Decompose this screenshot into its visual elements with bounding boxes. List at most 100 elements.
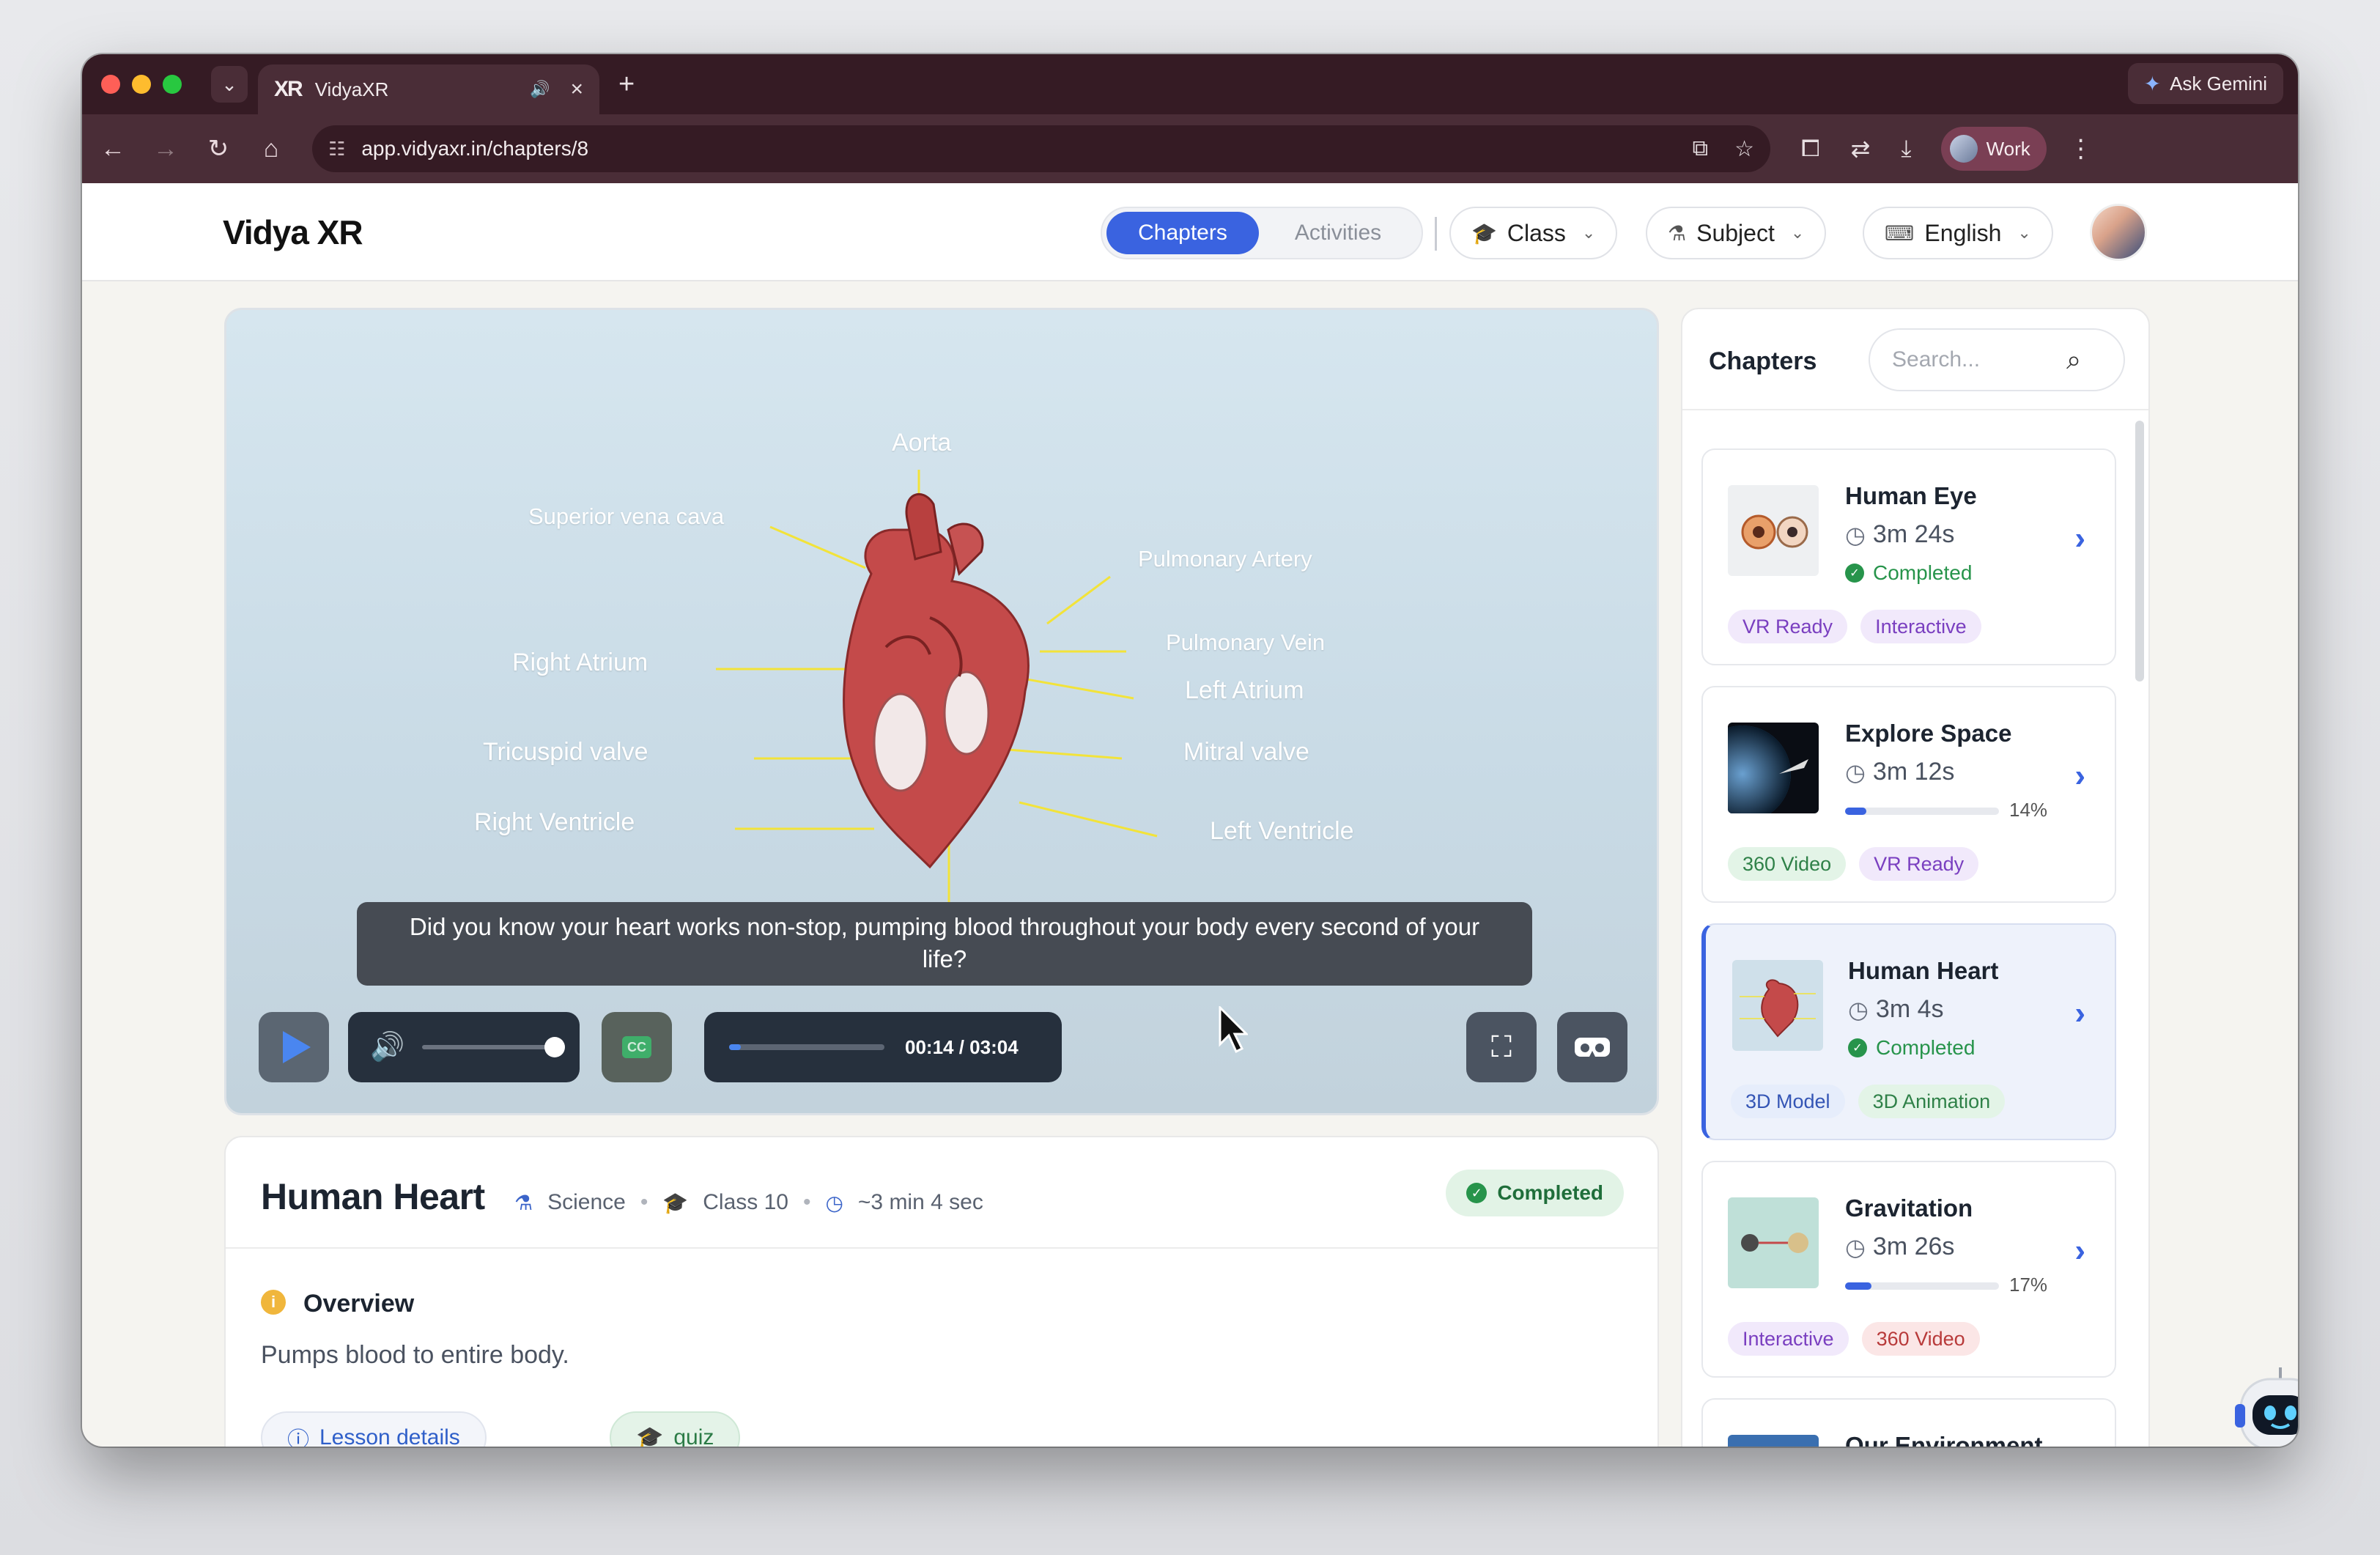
clock-icon: ◷: [1845, 1233, 1866, 1260]
video-caption: Did you know your heart works non-stop, …: [357, 902, 1532, 986]
tab-close-icon[interactable]: ×: [570, 77, 583, 102]
chapter-duration: ◷ 3m 26s: [1845, 1233, 1954, 1261]
info-divider: [226, 1247, 1658, 1249]
status-badge-label: Completed: [1497, 1181, 1603, 1204]
bookmark-star-icon[interactable]: ☆: [1734, 136, 1754, 162]
chapter-title: Human Eye: [1845, 482, 1977, 509]
tag-badge: Interactive: [1860, 610, 1981, 643]
forward-icon[interactable]: →: [144, 135, 188, 163]
extensions-icon[interactable]: ⧠: [1801, 135, 1820, 163]
lesson-subject: Science: [547, 1190, 626, 1214]
profile-button[interactable]: Work: [1940, 127, 2047, 171]
chevron-right-icon[interactable]: ›: [2074, 758, 2085, 794]
volume-icon[interactable]: 🔊: [370, 1031, 404, 1063]
clock-icon: ◷: [825, 1191, 843, 1214]
new-tab-icon[interactable]: +: [618, 69, 635, 100]
tab-activities[interactable]: Activities: [1259, 221, 1417, 245]
address-bar[interactable]: ☷ app.vidyaxr.in/chapters/8 ⧉ ☆: [312, 125, 1770, 172]
download-icon[interactable]: ⤓: [1901, 135, 1911, 163]
view-toggle: Chapters Activities: [1101, 207, 1423, 259]
user-avatar[interactable]: [2090, 204, 2147, 261]
install-app-icon[interactable]: ⧉: [1693, 136, 1708, 161]
vidyaxr-logo[interactable]: Vidya XR: [223, 213, 363, 252]
browser-menu-icon[interactable]: ⋮: [2069, 134, 2093, 163]
graduation-cap-icon: 🎓: [636, 1425, 664, 1447]
chapter-duration-text: 3m 12s: [1872, 758, 1955, 786]
vr-mode-button[interactable]: [1557, 1012, 1627, 1082]
chapter-card-gravitation[interactable]: Gravitation ◷ 3m 26s 17% › Interactive 3…: [1701, 1161, 2116, 1378]
class-dropdown[interactable]: 🎓 Class ⌄: [1449, 207, 1618, 259]
tab-quiz[interactable]: 🎓 quiz: [610, 1411, 741, 1447]
clock-icon: ◷: [1845, 521, 1866, 548]
translate-icon[interactable]: ⇄: [1851, 135, 1871, 163]
check-circle-icon: ✓: [1848, 1038, 1867, 1057]
search-input[interactable]: [1892, 347, 2061, 372]
tab-title: VidyaXR: [314, 78, 389, 100]
volume-slider[interactable]: [422, 1037, 565, 1057]
chevron-right-icon[interactable]: ›: [2074, 520, 2085, 557]
chapter-thumbnail: [1728, 1435, 1819, 1447]
sidebar-scrollbar[interactable]: [2135, 421, 2144, 682]
playback-time: 00:14 / 03:04: [905, 1035, 1019, 1058]
maximize-window-button[interactable]: [163, 75, 182, 94]
tag-badge: 360 Video: [1861, 1322, 1980, 1356]
window-controls: [101, 75, 182, 94]
chapter-duration: ◷ 3m 4s: [1848, 995, 1944, 1024]
chevron-right-icon[interactable]: ›: [2074, 995, 2085, 1032]
chevron-right-icon[interactable]: ›: [2074, 1233, 2085, 1269]
video-player[interactable]: Aorta Superior vena cava Pulmonary Arter…: [224, 308, 1659, 1115]
play-button[interactable]: [259, 1012, 329, 1082]
chapter-progress-bar: [1845, 1282, 1999, 1290]
site-info-icon[interactable]: ☷: [328, 138, 345, 160]
chapter-status-text: Completed: [1873, 561, 1973, 584]
tab-lesson-details[interactable]: ⓘ Lesson details: [261, 1411, 487, 1447]
vidyaxr-favicon-icon: XR: [274, 77, 303, 101]
chapter-thumbnail: [1728, 723, 1819, 813]
chapter-title: Human Heart: [1848, 957, 1999, 984]
chapter-card-our-environment[interactable]: Our Environment: [1701, 1398, 2116, 1447]
browser-tab-active[interactable]: XR VidyaXR 🔊 ×: [258, 64, 599, 114]
captions-button[interactable]: CC: [602, 1012, 672, 1082]
close-window-button[interactable]: [101, 75, 120, 94]
language-icon: ⌨: [1885, 221, 1915, 245]
ask-gemini-button[interactable]: ✦ Ask Gemini: [2127, 63, 2283, 104]
tag-badge: Interactive: [1728, 1322, 1849, 1356]
search-icon[interactable]: ⌕: [2066, 344, 2081, 376]
reload-icon[interactable]: ↻: [196, 134, 240, 163]
assistant-bot-icon[interactable]: [2229, 1360, 2298, 1447]
chapter-card-human-eye[interactable]: Human Eye ◷ 3m 24s ✓ Completed › VR Read…: [1701, 448, 2116, 665]
seek-bar[interactable]: [729, 1044, 884, 1050]
meta-separator: •: [640, 1190, 648, 1214]
tab-chapters[interactable]: Chapters: [1106, 212, 1259, 254]
minimize-window-button[interactable]: [132, 75, 151, 94]
tab-search-chevron-icon[interactable]: ⌄: [211, 66, 248, 103]
chapter-tags: Interactive 360 Video: [1728, 1322, 1980, 1356]
profile-avatar: [1949, 135, 1978, 163]
check-circle-icon: ✓: [1845, 564, 1864, 583]
volume-slider-knob[interactable]: [544, 1037, 565, 1057]
back-icon[interactable]: ←: [91, 135, 135, 163]
home-icon[interactable]: ⌂: [249, 135, 293, 163]
chapter-status: ✓ Completed: [1845, 561, 1972, 585]
label-right-atrium: Right Atrium: [512, 649, 648, 676]
label-left-ventricle: Left Ventricle: [1210, 817, 1354, 845]
chapter-progress-percent: 17%: [2009, 1274, 2048, 1296]
tab-quiz-label: quiz: [673, 1425, 714, 1447]
label-pulmonary-vein: Pulmonary Vein: [1166, 629, 1326, 655]
chapter-tags: 360 Video VR Ready: [1728, 847, 1979, 881]
clock-icon: ◷: [1848, 996, 1869, 1023]
chapter-card-human-heart[interactable]: Human Heart ◷ 3m 4s ✓ Completed › 3D Mod…: [1701, 923, 2116, 1140]
play-icon: [283, 1031, 311, 1063]
chapter-card-explore-space[interactable]: Explore Space ◷ 3m 12s 14% › 360 Video V…: [1701, 686, 2116, 903]
header-divider: [1435, 217, 1437, 251]
language-dropdown-label: English: [1924, 219, 2002, 246]
fullscreen-icon: ⛶: [1491, 1030, 1512, 1063]
fullscreen-button[interactable]: ⛶: [1466, 1012, 1537, 1082]
chapter-title: Our Environment: [1845, 1432, 2043, 1447]
subject-dropdown[interactable]: ⚗ Subject ⌄: [1646, 207, 1827, 259]
chapter-progress-percent: 14%: [2009, 799, 2048, 821]
tab-audio-icon[interactable]: 🔊: [530, 80, 550, 99]
label-aorta: Aorta: [892, 429, 952, 457]
language-dropdown[interactable]: ⌨ English ⌄: [1863, 207, 2053, 259]
check-circle-icon: ✓: [1466, 1183, 1488, 1203]
